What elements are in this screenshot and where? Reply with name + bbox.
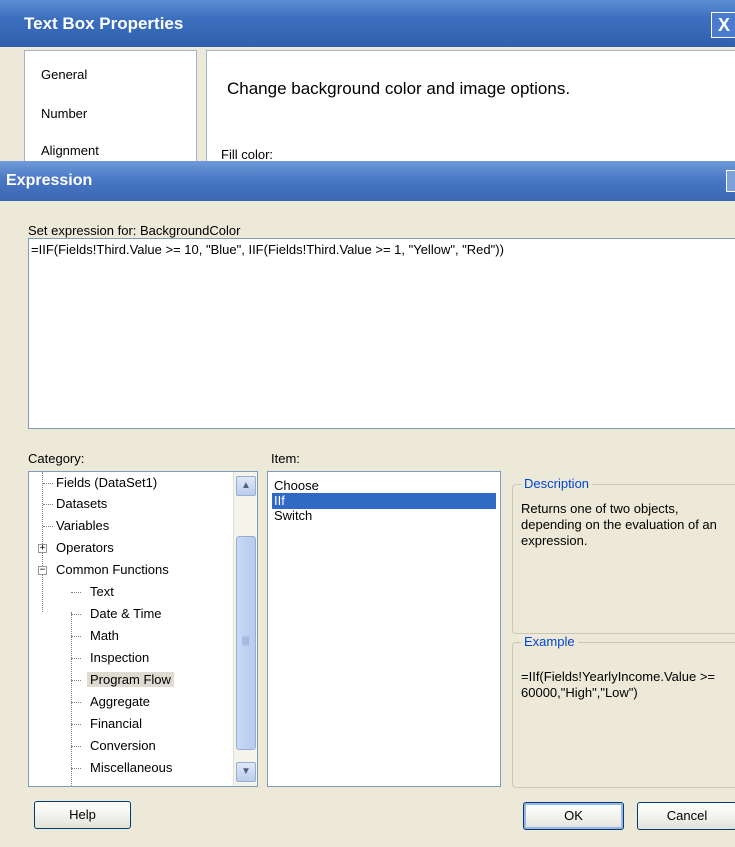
nav-item-alignment[interactable]: Alignment <box>41 143 99 158</box>
help-button[interactable]: Help <box>34 801 131 829</box>
example-title: Example <box>521 634 578 649</box>
tree-item-datasets[interactable]: Datasets <box>43 494 107 514</box>
grip-icon: ═ ═ ═ <box>242 633 250 650</box>
scroll-thumb[interactable]: ═ ═ ═ <box>236 536 256 750</box>
tree-item-miscellaneous[interactable]: Miscellaneous <box>71 758 172 778</box>
tree-item-inspection[interactable]: Inspection <box>71 648 149 668</box>
dialog-title: Text Box Properties <box>24 14 184 33</box>
category-label: Category: <box>28 451 85 466</box>
collapse-minus-icon[interactable]: − <box>38 566 47 575</box>
list-item-iif[interactable]: IIf <box>272 493 496 509</box>
tree-item-conversion[interactable]: Conversion <box>71 736 156 756</box>
title-bar: Text Box Properties X <box>0 0 735 47</box>
nav-item-number[interactable]: Number <box>41 106 87 121</box>
tree-item-fields[interactable]: Fields (DataSet1) <box>43 473 157 493</box>
dialog-title: Expression <box>6 172 93 189</box>
close-icon[interactable]: X <box>711 12 735 38</box>
nav-item-general[interactable]: General <box>41 67 87 82</box>
ok-button[interactable]: OK <box>523 802 624 830</box>
item-label: Item: <box>271 451 300 466</box>
expand-plus-icon[interactable]: + <box>38 544 47 553</box>
tree-item-variables[interactable]: Variables <box>43 516 109 536</box>
example-text: =IIf(Fields!YearlyIncome.Value >= 60000,… <box>521 669 716 700</box>
tree-item-common-functions[interactable]: − Common Functions <box>38 560 169 580</box>
expression-editor[interactable]: =IIF(Fields!Third.Value >= 10, "Blue", I… <box>28 238 735 429</box>
item-list[interactable]: Choose IIf Switch <box>267 471 501 787</box>
tree-item-operators[interactable]: + Operators <box>38 538 114 558</box>
list-item-switch[interactable]: Switch <box>272 508 496 524</box>
example-group: Example =IIf(Fields!YearlyIncome.Value >… <box>512 634 735 788</box>
category-scrollbar[interactable]: ▲ ═ ═ ═ ▼ <box>233 472 257 786</box>
tree-item-text[interactable]: Text <box>71 582 114 602</box>
tree-item-financial[interactable]: Financial <box>71 714 142 734</box>
description-group: Description Returns one of two objects, … <box>512 476 735 634</box>
window-button-icon[interactable] <box>726 170 735 192</box>
properties-nav: General Number Alignment <box>24 50 197 167</box>
properties-content: Change background color and image option… <box>206 50 735 167</box>
tree-item-aggregate[interactable]: Aggregate <box>71 692 150 712</box>
tree-item-date-time[interactable]: Date & Time <box>71 604 162 624</box>
scroll-down-icon[interactable]: ▼ <box>236 762 256 782</box>
title-bar: Expression <box>0 161 735 201</box>
scroll-up-icon[interactable]: ▲ <box>236 476 256 496</box>
description-title: Description <box>521 476 593 491</box>
expression-dialog: Expression Set expression for: Backgroun… <box>0 161 735 847</box>
tree-item-program-flow[interactable]: Program Flow <box>71 670 174 690</box>
tree-item-math[interactable]: Math <box>71 626 119 646</box>
set-expression-label: Set expression for: BackgroundColor <box>28 223 241 238</box>
section-heading: Change background color and image option… <box>227 79 571 98</box>
description-text: Returns one of two objects, depending on… <box>521 501 717 548</box>
fill-color-label: Fill color: <box>221 147 274 162</box>
category-tree[interactable]: Fields (DataSet1) Datasets Variables + O… <box>28 471 258 787</box>
list-item-choose[interactable]: Choose <box>272 478 496 494</box>
cancel-button[interactable]: Cancel <box>637 802 735 830</box>
